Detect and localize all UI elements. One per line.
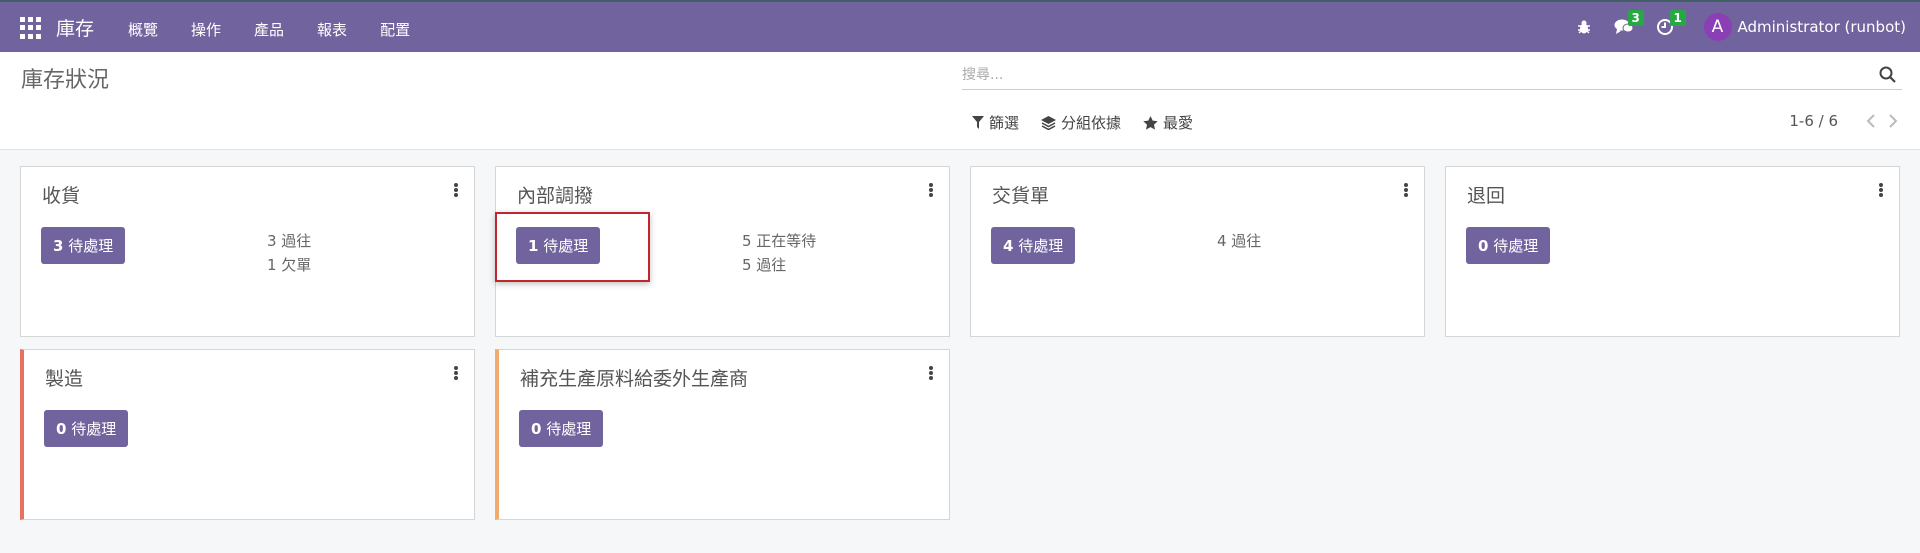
page-title: 庫存狀況 <box>21 68 110 93</box>
user-menu[interactable]: A Administrator (runbot) <box>1703 13 1907 41</box>
pager: 1-6 / 6 <box>1789 112 1898 130</box>
card-menu-icon[interactable] <box>1879 183 1883 197</box>
search-options: 篩選 分組依據 最愛 <box>972 112 1215 133</box>
systray: 3 1 A Administrator (runbot) <box>1554 2 1907 52</box>
todo-button[interactable]: 0 待處理 <box>519 410 604 447</box>
control-panel: 庫存狀況 篩選 分組依據 最愛 1-6 / 6 <box>0 52 1920 150</box>
filters-label: 篩選 <box>989 114 1020 132</box>
kanban-card-returns[interactable]: 退回 0 待處理 <box>1445 166 1900 337</box>
search-box <box>962 62 1902 90</box>
bug-icon <box>1577 20 1590 34</box>
menu-item-products[interactable]: 產品 <box>254 19 284 40</box>
todo-count: 4 <box>1003 237 1014 255</box>
group-by-label: 分組依據 <box>1061 114 1122 132</box>
user-name: Administrator (runbot) <box>1737 18 1907 36</box>
menu-item-overview[interactable]: 概覽 <box>128 19 158 40</box>
app-brand[interactable]: 庫存 <box>56 14 94 41</box>
messages-count-badge: 3 <box>1627 10 1644 26</box>
card-title[interactable]: 製造 <box>45 364 83 391</box>
todo-count: 0 <box>56 420 67 438</box>
favorites-label: 最愛 <box>1163 114 1194 132</box>
todo-label: 待處理 <box>546 420 592 438</box>
todo-count: 0 <box>1478 237 1489 255</box>
search-icon[interactable] <box>1879 66 1896 83</box>
card-title[interactable]: 退回 <box>1467 181 1505 208</box>
todo-label: 待處理 <box>543 237 589 255</box>
stat-late[interactable]: 4 過往 <box>1217 229 1261 253</box>
card-title[interactable]: 補充生產原料給委外生產商 <box>520 364 748 391</box>
card-stats: 5 正在等待 5 過往 <box>742 229 816 277</box>
todo-button[interactable]: 3 待處理 <box>41 227 126 264</box>
todo-label: 待處理 <box>1493 237 1539 255</box>
group-by-button[interactable]: 分組依據 <box>1041 112 1121 133</box>
search-input[interactable] <box>962 64 1862 86</box>
stat-backorders[interactable]: 1 欠單 <box>267 253 311 277</box>
stat-late[interactable]: 5 過往 <box>742 253 816 277</box>
top-navbar: 庫存 概覽 操作 產品 報表 配置 3 1 A Administrator (r… <box>0 0 1920 52</box>
menu-item-operations[interactable]: 操作 <box>191 19 221 40</box>
kanban-card-internal-transfers[interactable]: 內部調撥 1 待處理 5 正在等待 5 過往 <box>495 166 950 337</box>
todo-label: 待處理 <box>68 237 114 255</box>
layers-icon <box>1041 115 1057 130</box>
star-icon <box>1143 115 1158 130</box>
card-menu-icon[interactable] <box>454 183 458 197</box>
todo-button[interactable]: 0 待處理 <box>1466 227 1551 264</box>
messages-button[interactable]: 3 <box>1614 10 1644 36</box>
stat-late[interactable]: 3 過往 <box>267 229 311 253</box>
todo-count: 3 <box>53 237 64 255</box>
kanban-card-subcontractor-resupply[interactable]: 補充生產原料給委外生產商 0 待處理 <box>495 349 950 520</box>
todo-button[interactable]: 4 待處理 <box>991 227 1076 264</box>
activities-button[interactable]: 1 <box>1656 10 1686 36</box>
pager-next-button[interactable] <box>1888 114 1898 128</box>
card-title[interactable]: 收貨 <box>42 181 80 208</box>
filter-icon <box>972 116 984 129</box>
todo-button[interactable]: 1 待處理 <box>516 227 601 264</box>
chevron-left-icon <box>1866 114 1875 128</box>
todo-button[interactable]: 0 待處理 <box>44 410 129 447</box>
menu-item-reporting[interactable]: 報表 <box>317 19 347 40</box>
chevron-right-icon <box>1889 114 1898 128</box>
pager-value[interactable]: 1-6 / 6 <box>1789 112 1838 130</box>
todo-count: 1 <box>528 237 539 255</box>
todo-label: 待處理 <box>1018 237 1064 255</box>
card-stats: 4 過往 <box>1217 229 1261 253</box>
kanban-card-receipts[interactable]: 收貨 3 待處理 3 過往 1 欠單 <box>20 166 475 337</box>
kanban-card-delivery-orders[interactable]: 交貨單 4 待處理 4 過往 <box>970 166 1425 337</box>
card-menu-icon[interactable] <box>454 366 458 380</box>
filters-button[interactable]: 篩選 <box>972 112 1019 133</box>
kanban-card-manufacturing[interactable]: 製造 0 待處理 <box>20 349 475 520</box>
favorites-button[interactable]: 最愛 <box>1143 112 1193 133</box>
debug-button[interactable] <box>1576 19 1592 35</box>
activities-count-badge: 1 <box>1669 10 1686 26</box>
card-stats: 3 過往 1 欠單 <box>267 229 311 277</box>
apps-grid-icon[interactable] <box>20 17 42 39</box>
todo-count: 0 <box>531 420 542 438</box>
card-title[interactable]: 交貨單 <box>992 181 1049 208</box>
stat-waiting[interactable]: 5 正在等待 <box>742 229 816 253</box>
card-menu-icon[interactable] <box>1404 183 1408 197</box>
card-menu-icon[interactable] <box>929 366 933 380</box>
avatar: A <box>1703 13 1732 41</box>
main-menu: 概覽 操作 產品 報表 配置 <box>128 19 443 40</box>
card-menu-icon[interactable] <box>929 183 933 197</box>
todo-label: 待處理 <box>71 420 117 438</box>
pager-previous-button[interactable] <box>1866 114 1876 128</box>
menu-item-configuration[interactable]: 配置 <box>380 19 410 40</box>
card-title[interactable]: 內部調撥 <box>517 181 593 208</box>
